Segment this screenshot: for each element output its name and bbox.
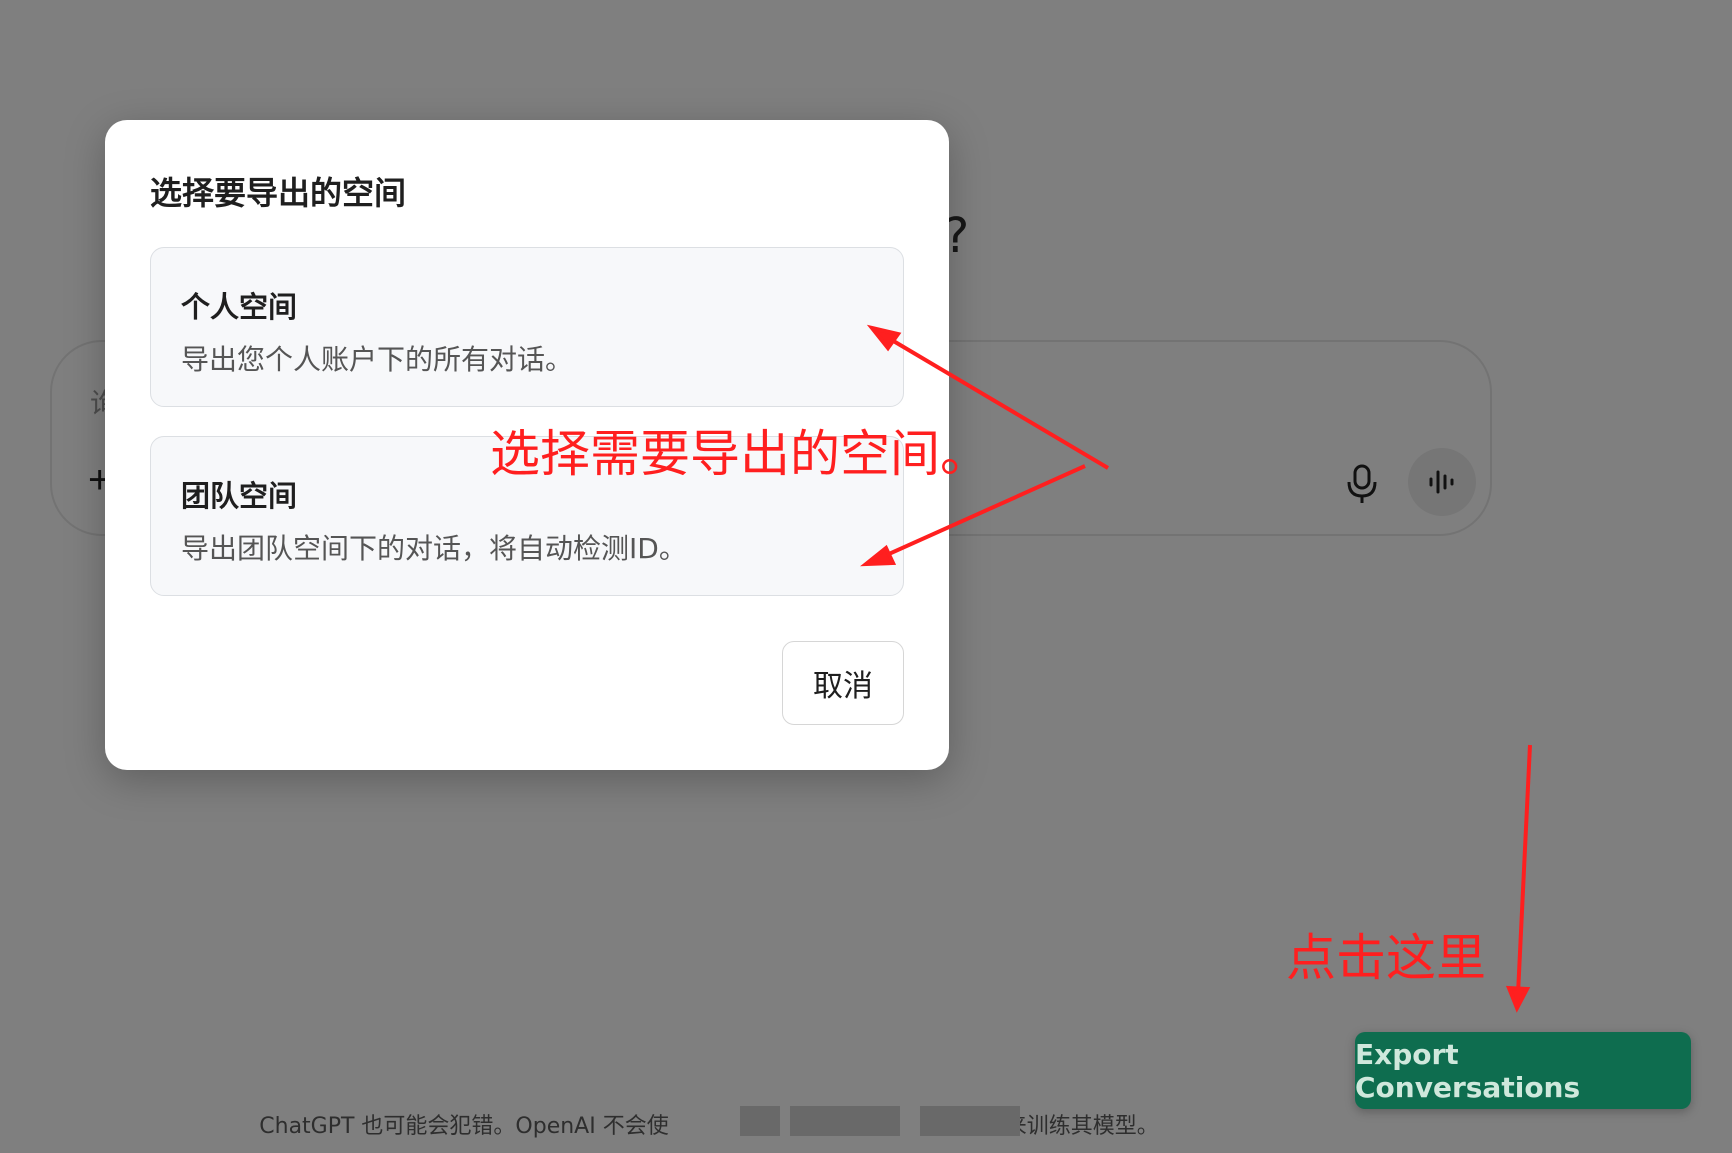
annotation-select-space: 选择需要导出的空间。 [490,425,990,483]
annotation-click-here: 点击这里 [1286,929,1486,987]
app-root: ]? 询 + ChatGPT 也可能会犯错。OpenAI 不会使的数据来训练其模… [0,0,1732,1153]
